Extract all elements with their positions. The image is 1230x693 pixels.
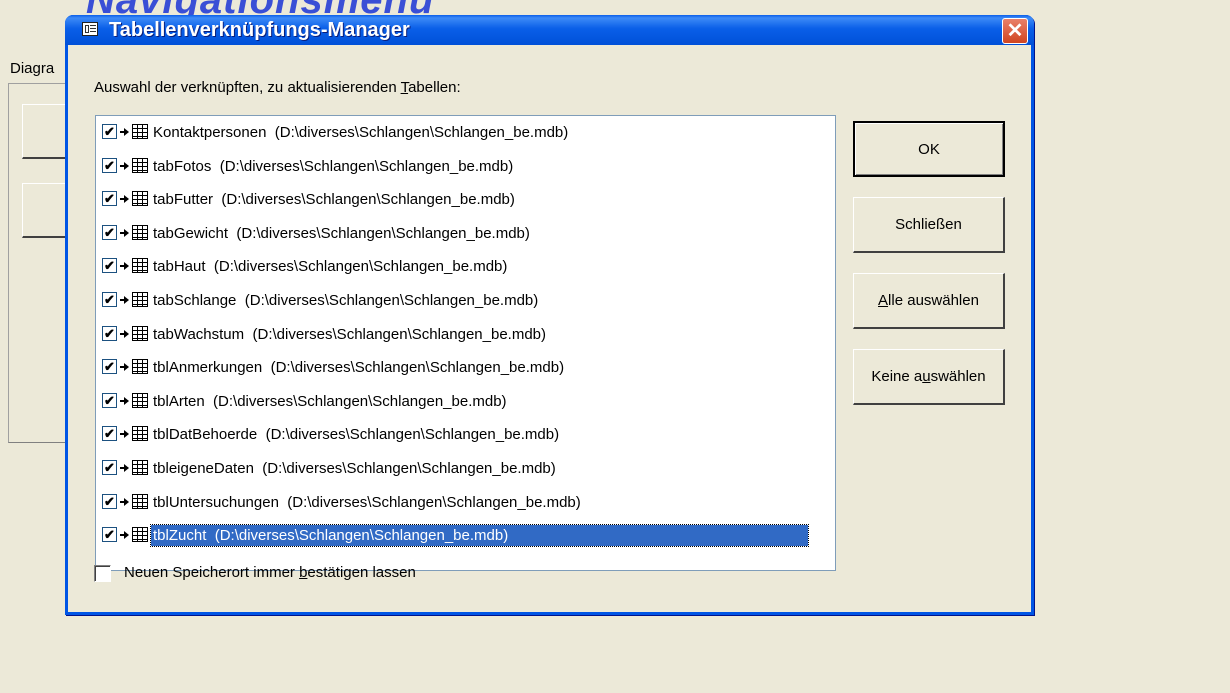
table-row-label: tblDatBehoerde (D:\diverses\Schlangen\Sc… (153, 426, 560, 444)
row-checkbox[interactable]: ✔ (102, 493, 117, 509)
table-row-label: tabHaut (D:\diverses\Schlangen\Schlangen… (153, 258, 508, 276)
table-icon (132, 325, 148, 341)
row-checkbox[interactable]: ✔ (102, 191, 117, 207)
link-arrow-icon (120, 495, 130, 509)
row-checkbox[interactable]: ✔ (102, 325, 117, 341)
linked-tables-list[interactable]: ✔ Kontaktpersonen (D:\diverses\Schlangen\… (95, 115, 836, 571)
table-row[interactable]: ✔ tblAnmerkungen (D:\diverses\Schlangen\S… (102, 356, 832, 379)
title-bar[interactable]: Tabellenverknüpfungs-Manager ✕ (65, 15, 1034, 45)
row-checkbox[interactable]: ✔ (102, 292, 117, 307)
table-row[interactable]: ✔ tblDatBehoerde (D:\diverses\Schlangen\S… (102, 423, 832, 446)
close-dialog-button[interactable]: Schließen (853, 197, 1005, 253)
table-row[interactable]: ✔ tblZucht (D:\diverses\Schlangen\Schlang… (102, 524, 832, 548)
link-arrow-icon (120, 259, 130, 273)
table-icon (132, 224, 148, 240)
linked-table-manager-dialog: Tabellenverknüpfungs-Manager ✕ Auswahl d… (65, 15, 1034, 615)
link-arrow-icon (120, 427, 130, 441)
list-prompt: Auswahl der verknüpften, zu aktualisiere… (94, 79, 461, 96)
link-arrow-icon (120, 394, 130, 408)
link-arrow-icon (120, 327, 130, 341)
background-label: Diagra (10, 60, 55, 77)
table-row[interactable]: ✔ tblArten (D:\diverses\Schlangen\Schlang… (102, 390, 832, 413)
link-arrow-icon (120, 226, 130, 240)
table-row[interactable]: ✔ tbleigeneDaten (D:\diverses\Schlangen\S… (102, 457, 832, 480)
row-checkbox[interactable]: ✔ (102, 426, 117, 442)
always-confirm-checkbox[interactable] (94, 565, 111, 582)
ok-button[interactable]: OK (853, 121, 1005, 177)
always-confirm-label[interactable]: Neuen Speicherort immer bestätigen lasse… (124, 564, 416, 581)
row-checkbox[interactable]: ✔ (102, 157, 117, 173)
select-all-button[interactable]: Alle auswählen (853, 273, 1005, 329)
table-row-label: tabFutter (D:\diverses\Schlangen\Schlang… (153, 191, 515, 209)
table-row-label: tblArten (D:\diverses\Schlangen\Schlange… (153, 392, 507, 410)
row-checkbox[interactable]: ✔ (102, 258, 117, 274)
table-icon (132, 191, 148, 207)
form-icon (82, 22, 98, 36)
table-row[interactable]: ✔ tabSchlange (D:\diverses\Schlangen\Schl… (102, 289, 832, 312)
row-checkbox[interactable]: ✔ (102, 359, 117, 375)
select-none-button[interactable]: Keine auswählen (853, 349, 1005, 405)
link-arrow-icon (120, 528, 130, 542)
table-row-label: tblAnmerkungen (D:\diverses\Schlangen\Sc… (153, 359, 565, 377)
link-arrow-icon (120, 461, 130, 475)
link-arrow-icon (120, 293, 130, 307)
table-icon (132, 460, 148, 475)
table-row-label: tabFotos (D:\diverses\Schlangen\Schlange… (153, 157, 514, 175)
table-icon (132, 258, 148, 274)
link-arrow-icon (120, 159, 130, 173)
table-icon (132, 493, 148, 509)
table-icon (132, 292, 148, 307)
table-icon (132, 157, 148, 173)
dialog-title: Tabellenverknüpfungs-Manager (109, 19, 410, 41)
link-arrow-icon (120, 125, 130, 139)
row-checkbox[interactable]: ✔ (102, 460, 117, 475)
link-arrow-icon (120, 360, 130, 374)
row-checkbox[interactable]: ✔ (102, 124, 117, 139)
dialog-body: Auswahl der verknüpften, zu aktualisiere… (68, 45, 1031, 612)
close-button[interactable]: ✕ (1002, 18, 1028, 44)
link-arrow-icon (120, 192, 130, 206)
table-row[interactable]: ✔ tabFutter (D:\diverses\Schlangen\Schlan… (102, 188, 832, 211)
table-icon (132, 392, 148, 408)
table-row[interactable]: ✔ tabGewicht (D:\diverses\Schlangen\Schla… (102, 222, 832, 245)
table-icon (132, 359, 148, 375)
table-row[interactable]: ✔ tabWachstum (D:\diverses\Schlangen\Schl… (102, 323, 832, 346)
table-row-label: tabSchlange (D:\diverses\Schlangen\Schla… (153, 292, 539, 309)
row-checkbox[interactable]: ✔ (102, 527, 117, 543)
table-row-label: Kontaktpersonen (D:\diverses\Schlangen\S… (153, 124, 569, 141)
table-row-label: tabWachstum (D:\diverses\Schlangen\Schla… (153, 325, 547, 343)
table-row-label: tblZucht (D:\diverses\Schlangen\Schlange… (150, 524, 809, 548)
table-row[interactable]: ✔ tblUntersuchungen (D:\diverses\Schlange… (102, 491, 832, 514)
table-row[interactable]: ✔ Kontaktpersonen (D:\diverses\Schlangen\… (102, 121, 832, 144)
table-row[interactable]: ✔ tabFotos (D:\diverses\Schlangen\Schlang… (102, 155, 832, 178)
table-row-label: tblUntersuchungen (D:\diverses\Schlangen… (153, 493, 581, 511)
row-checkbox[interactable]: ✔ (102, 392, 117, 408)
table-row-label: tabGewicht (D:\diverses\Schlangen\Schlan… (153, 224, 530, 242)
table-row[interactable]: ✔ tabHaut (D:\diverses\Schlangen\Schlange… (102, 255, 832, 278)
table-icon (132, 124, 148, 139)
table-icon (132, 426, 148, 442)
table-row-label: tbleigeneDaten (D:\diverses\Schlangen\Sc… (153, 460, 556, 477)
table-icon (132, 527, 148, 543)
row-checkbox[interactable]: ✔ (102, 224, 117, 240)
